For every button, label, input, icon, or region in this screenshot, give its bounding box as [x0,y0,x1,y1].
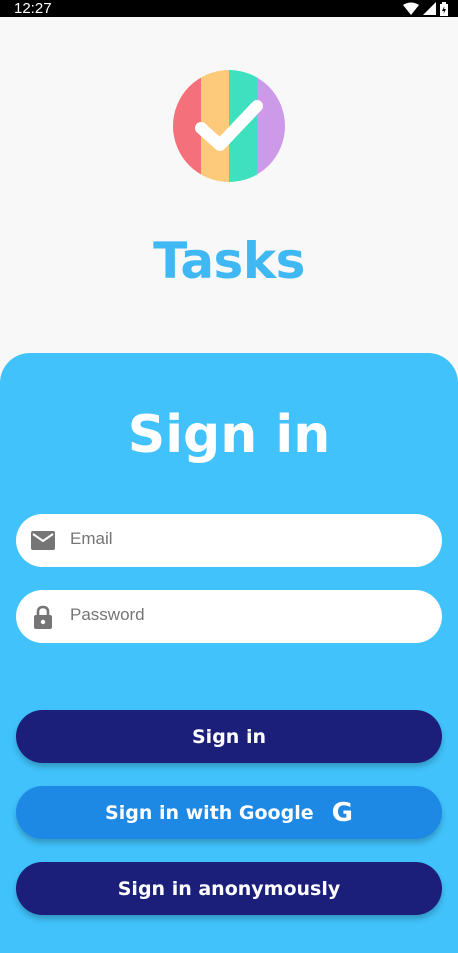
signal-icon [423,2,436,15]
sign-in-button[interactable]: Sign in [16,710,442,763]
email-input[interactable] [70,528,390,549]
google-sign-in-button[interactable]: Sign in with Google G [16,786,442,839]
status-bar: 12:27 [0,0,458,17]
lock-icon [31,605,55,629]
wifi-icon [403,2,419,15]
signin-title: Sign in [127,405,331,465]
anonymous-sign-in-button[interactable]: Sign in anonymously [16,862,442,915]
status-icons [403,1,448,16]
email-field[interactable] [16,514,442,567]
password-input[interactable] [70,604,390,625]
app-logo [173,70,285,182]
password-field[interactable] [16,590,442,643]
status-time: 12:27 [14,0,52,17]
google-icon: G [331,797,353,828]
app-title: Tasks [153,232,305,290]
anonymous-sign-in-label: Sign in anonymously [117,877,341,900]
sign-in-label: Sign in [192,725,266,748]
battery-charging-icon [440,1,448,16]
mail-icon [31,529,55,553]
google-sign-in-label: Sign in with Google [105,801,314,824]
